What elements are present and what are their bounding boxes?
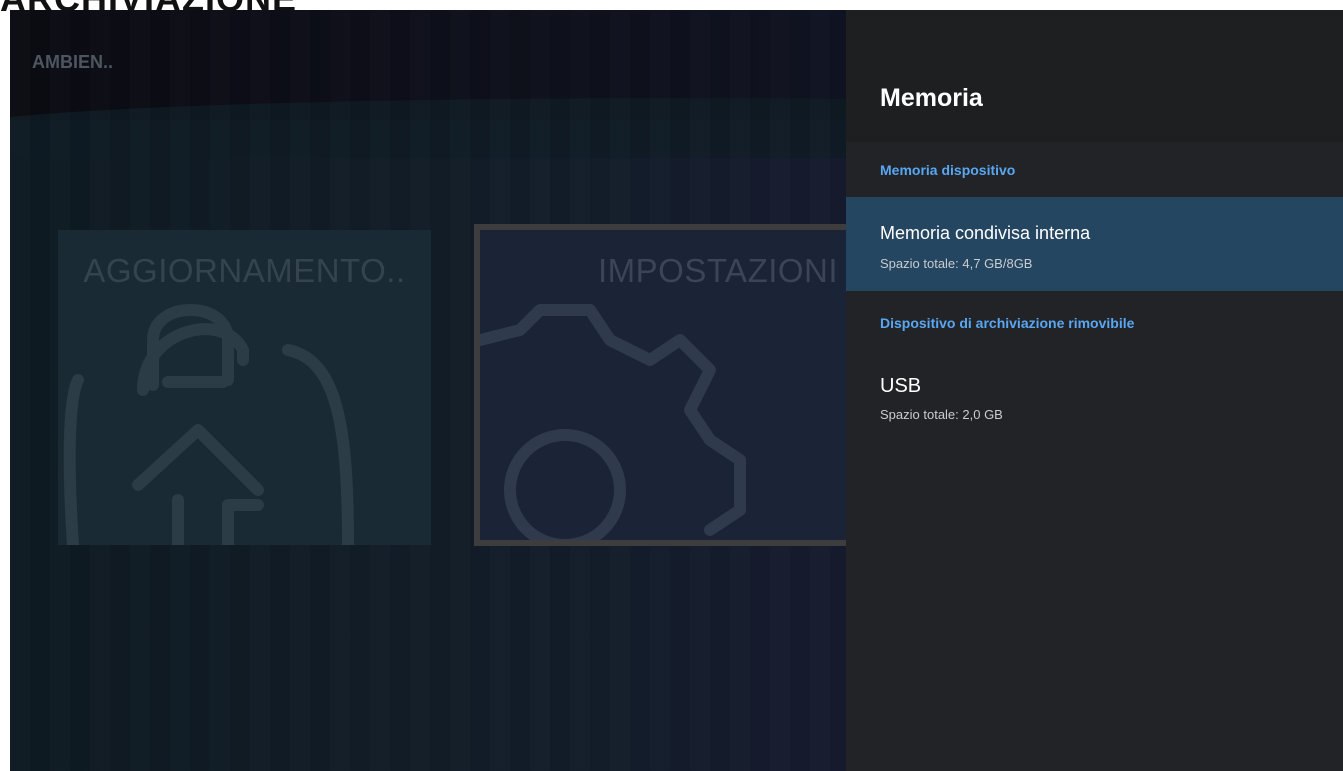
section-label-device-memory: Memoria dispositivo	[880, 162, 1016, 178]
ambient-mode-label: AMBIEN..	[32, 52, 113, 72]
internal-storage-title: Memoria condivisa interna	[880, 223, 1091, 243]
usb-storage-item[interactable]: USB Spazio totale: 2,0 GB	[846, 365, 1343, 445]
memory-panel: Memoria Memoria dispositivo Memoria cond…	[846, 10, 1343, 771]
usb-storage-subtitle: Spazio totale: 2,0 GB	[880, 407, 1003, 422]
panel-title: Memoria	[880, 84, 983, 112]
tv-screen: AMBIEN.. AGGIORNAMENTO.. IMPOSTAZIONI Me…	[10, 10, 1343, 771]
internal-storage-subtitle: Spazio totale: 4,7 GB/8GB	[880, 256, 1033, 271]
gear-icon	[480, 304, 746, 540]
settings-tile[interactable]: IMPOSTAZIONI	[474, 224, 854, 546]
update-icon	[63, 304, 354, 545]
internal-shared-storage-item[interactable]: Memoria condivisa interna Spazio totale:…	[846, 197, 1343, 291]
update-tile[interactable]: AGGIORNAMENTO..	[58, 230, 431, 545]
panel-header: Memoria	[846, 10, 1343, 142]
section-label-removable-storage: Dispositivo di archiviazione rimovibile	[880, 315, 1135, 331]
usb-storage-title: USB	[880, 375, 922, 397]
